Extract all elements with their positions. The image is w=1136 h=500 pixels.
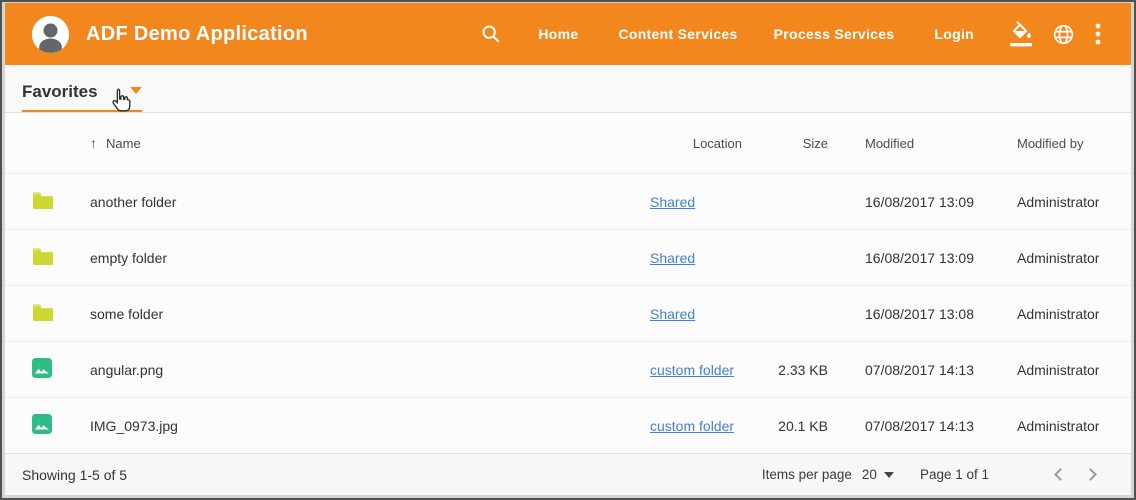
file-name[interactable]: angular.png: [90, 362, 650, 378]
table-header-row: ↑ Name Location Size Modified Modified b…: [5, 113, 1131, 173]
main-nav: Home Content Services Process Services L…: [480, 21, 1101, 47]
size-column-header[interactable]: Size: [750, 136, 830, 151]
table-row[interactable]: some folder Shared 16/08/2017 13:08 Admi…: [5, 285, 1131, 341]
items-per-page-value: 20: [862, 467, 877, 482]
image-file-icon: [32, 414, 52, 437]
previous-page-button[interactable]: [1041, 458, 1075, 492]
modified-date: 16/08/2017 13:09: [830, 250, 985, 266]
table-row[interactable]: IMG_0973.jpg custom folder 20.1 KB 07/08…: [5, 397, 1131, 453]
caret-down-icon: [884, 472, 894, 478]
chevron-right-icon: [1084, 468, 1097, 481]
location-link[interactable]: Shared: [650, 194, 695, 210]
favorites-toolbar: Favorites: [5, 65, 1131, 113]
folder-icon: [32, 247, 53, 268]
nav-home[interactable]: Home: [538, 26, 578, 42]
image-file-icon: [32, 358, 52, 381]
page-indicator: Page 1 of 1: [920, 467, 989, 482]
nav-login[interactable]: Login: [934, 26, 974, 42]
file-size: 20.1 KB: [750, 418, 830, 434]
name-column-header[interactable]: ↑ Name: [90, 135, 650, 151]
caret-down-icon: [130, 87, 142, 94]
documents-table: ↑ Name Location Size Modified Modified b…: [5, 113, 1131, 453]
modified-date: 16/08/2017 13:09: [830, 194, 985, 210]
items-per-page-label: Items per page: [762, 467, 852, 482]
person-icon: [32, 16, 69, 53]
next-page-button[interactable]: [1075, 458, 1109, 492]
file-name[interactable]: another folder: [90, 194, 650, 210]
pagination-controls: Items per page 20 Page 1 of 1: [762, 458, 1109, 492]
modified-by: Administrator: [985, 194, 1131, 210]
file-name[interactable]: some folder: [90, 306, 650, 322]
location-link[interactable]: Shared: [650, 306, 695, 322]
modified-by: Administrator: [985, 362, 1131, 378]
file-name[interactable]: IMG_0973.jpg: [90, 418, 650, 434]
modified-by: Administrator: [985, 250, 1131, 266]
modified-date: 07/08/2017 14:13: [830, 418, 985, 434]
location-link[interactable]: Shared: [650, 250, 695, 266]
folder-icon: [32, 191, 53, 212]
pagination-footer: Showing 1-5 of 5 Items per page 20 Page …: [5, 453, 1131, 495]
modified-by-column-header[interactable]: Modified by: [985, 136, 1131, 151]
showing-count: Showing 1-5 of 5: [22, 467, 127, 483]
favorites-title: Favorites: [22, 82, 98, 102]
location-column-header[interactable]: Location: [650, 136, 750, 151]
location-link[interactable]: custom folder: [650, 362, 734, 378]
modified-date: 07/08/2017 14:13: [830, 362, 985, 378]
items-per-page-select[interactable]: 20: [862, 467, 894, 482]
search-icon[interactable]: [480, 23, 502, 45]
app-window: ADF Demo Application Home Content Servic…: [0, 0, 1136, 500]
file-size: 2.33 KB: [750, 362, 830, 378]
user-avatar[interactable]: [32, 16, 69, 53]
nav-process-services[interactable]: Process Services: [774, 26, 895, 42]
location-link[interactable]: custom folder: [650, 418, 734, 434]
app-content: ADF Demo Application Home Content Servic…: [2, 2, 1134, 498]
sort-ascending-icon: ↑: [90, 135, 97, 151]
modified-by: Administrator: [985, 418, 1131, 434]
color-fill-icon[interactable]: [1010, 21, 1034, 47]
table-row[interactable]: angular.png custom folder 2.33 KB 07/08/…: [5, 341, 1131, 397]
nav-content-services[interactable]: Content Services: [618, 26, 737, 42]
app-title: ADF Demo Application: [86, 23, 308, 46]
language-globe-icon[interactable]: [1052, 23, 1075, 46]
file-name[interactable]: empty folder: [90, 250, 650, 266]
app-header: ADF Demo Application Home Content Servic…: [5, 3, 1131, 65]
folder-icon: [32, 303, 53, 324]
more-options-icon[interactable]: [1095, 22, 1101, 46]
table-row[interactable]: empty folder Shared 16/08/2017 13:09 Adm…: [5, 229, 1131, 285]
chevron-left-icon: [1054, 468, 1067, 481]
modified-by: Administrator: [985, 306, 1131, 322]
modified-date: 16/08/2017 13:08: [830, 306, 985, 322]
table-row[interactable]: another folder Shared 16/08/2017 13:09 A…: [5, 173, 1131, 229]
modified-column-header[interactable]: Modified: [830, 136, 985, 151]
favorites-dropdown[interactable]: Favorites: [22, 82, 142, 112]
